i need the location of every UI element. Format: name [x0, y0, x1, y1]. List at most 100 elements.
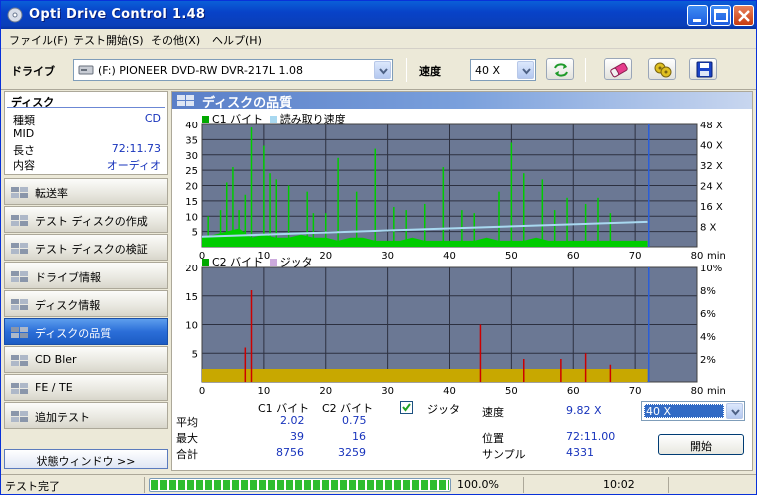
- erase-button[interactable]: [604, 58, 632, 80]
- max-c2-value: 16: [352, 430, 366, 443]
- nav-item[interactable]: FE / TE: [4, 374, 168, 401]
- progress-fill: [151, 480, 449, 490]
- drive-icon: [78, 65, 94, 75]
- toolbar: ドライブ (F:) PIONEER DVD-RW DVR-217L 1.08 速…: [1, 50, 756, 90]
- minimize-button[interactable]: [687, 5, 708, 26]
- checkmark-icon: [402, 403, 411, 412]
- nav-item[interactable]: ディスク情報: [4, 290, 168, 317]
- total-c2-value: 3259: [338, 446, 366, 459]
- nav-tool-icon: [11, 411, 28, 422]
- drive-select[interactable]: (F:) PIONEER DVD-RW DVR-217L 1.08: [73, 59, 393, 81]
- panel-header: ディスクの品質: [172, 92, 752, 111]
- save-button[interactable]: [689, 58, 717, 80]
- window-title: Opti Drive Control 1.48: [29, 7, 206, 22]
- menu-other[interactable]: その他(X): [151, 32, 200, 48]
- status-window-button[interactable]: 状態ウィンドウ >>: [4, 449, 168, 469]
- x-tick-label: 80: [691, 251, 704, 262]
- x-tick-label: 30: [381, 386, 394, 397]
- x-tick-label: 10: [258, 386, 271, 397]
- left-panel: ディスク 種類 CD MID 長さ 72:11.73 内容 オーディオ 転送率テ…: [4, 91, 168, 471]
- drive-label: ドライブ: [11, 65, 55, 78]
- panel-title: ディスクの品質: [202, 96, 293, 111]
- nav-item[interactable]: ディスクの品質: [4, 318, 168, 345]
- y-tick-label: 40: [185, 122, 198, 131]
- refresh-icon: [554, 63, 568, 77]
- chevron-down-icon[interactable]: [726, 403, 743, 419]
- y-tick-label: 10: [185, 212, 198, 223]
- nav-tool-icon: [11, 215, 28, 226]
- nav-item-label: テスト ディスクの作成: [35, 215, 148, 228]
- eraser-icon: [610, 62, 628, 78]
- disc-length-label: 長さ: [13, 144, 35, 157]
- speed-select[interactable]: 40 X: [470, 59, 536, 81]
- disc-length-value: 72:11.73: [111, 142, 161, 155]
- nav-item[interactable]: 転送率: [4, 178, 168, 205]
- result-speed-select[interactable]: 40 X: [641, 401, 745, 421]
- x-tick-label: 50: [505, 251, 518, 262]
- c2-series-floor: [202, 369, 648, 382]
- nav-item[interactable]: テスト ディスクの検証: [4, 234, 168, 261]
- divider: [7, 107, 165, 108]
- nav-tool-icon: [11, 243, 28, 254]
- status-time: 10:02: [603, 478, 635, 491]
- nav-item[interactable]: CD Bler: [4, 346, 168, 373]
- nav-item-label: ディスク情報: [35, 299, 101, 312]
- nav-item[interactable]: ドライブ情報: [4, 262, 168, 289]
- y2-tick-label: 40 X: [700, 141, 723, 152]
- refresh-button[interactable]: [546, 58, 574, 80]
- status-divider: [523, 477, 524, 493]
- x-tick-label: 40: [443, 251, 456, 262]
- y2-tick-label: 32 X: [700, 161, 723, 172]
- menu-test-start[interactable]: テスト開始(S): [73, 32, 144, 48]
- jitter-checkbox[interactable]: [400, 401, 413, 414]
- y2-tick-label: 2%: [700, 355, 716, 366]
- status-text: テスト完了: [5, 480, 60, 493]
- menu-file[interactable]: ファイル(F): [9, 32, 68, 48]
- y-tick-label: 30: [185, 151, 198, 162]
- maximize-button[interactable]: [710, 5, 731, 26]
- position-label: 位置: [482, 432, 504, 445]
- x-tick-label: 20: [319, 386, 332, 397]
- x-tick-label: 0: [199, 386, 205, 397]
- x-tick-label: 40: [443, 386, 456, 397]
- total-c1-value: 8756: [276, 446, 304, 459]
- nav-tool-icon: [11, 187, 28, 198]
- app-disc-icon: [7, 7, 23, 23]
- nav-item[interactable]: 追加テスト: [4, 402, 168, 429]
- y2-tick-label: 8 X: [700, 223, 717, 234]
- close-button[interactable]: [733, 5, 754, 26]
- disc-mid-label: MID: [13, 127, 35, 140]
- y-tick-label: 25: [185, 166, 198, 177]
- speed-label: 速度: [419, 65, 441, 78]
- max-c1-value: 39: [290, 430, 304, 443]
- x-tick-label: 20: [319, 251, 332, 262]
- menu-help[interactable]: ヘルプ(H): [212, 32, 262, 48]
- nav-item[interactable]: テスト ディスクの作成: [4, 206, 168, 233]
- start-button[interactable]: 開始: [658, 434, 744, 455]
- c2-chart: 0 10 20 30 40 50 60 70 80 min 5 10 15 20 2% 4% 6% 8% 10%: [185, 265, 726, 397]
- avg-c1-value: 2.02: [280, 414, 305, 427]
- avg-label: 平均: [176, 416, 198, 429]
- y-tick-label: 20: [185, 265, 198, 274]
- disc-info-panel: ディスク 種類 CD MID 長さ 72:11.73 内容 オーディオ: [4, 91, 168, 175]
- maximize-icon: [714, 9, 728, 22]
- chevron-down-icon[interactable]: [517, 61, 534, 79]
- close-icon: [738, 10, 750, 22]
- x-axis-unit: min: [707, 251, 726, 262]
- y-tick-label: 15: [185, 197, 198, 208]
- title-bar: Opti Drive Control 1.48: [1, 1, 756, 29]
- x-tick-label: 60: [567, 251, 580, 262]
- chevron-down-icon[interactable]: [374, 61, 391, 79]
- y-tick-label: 5: [192, 349, 198, 360]
- max-label: 最大: [176, 432, 198, 445]
- y2-tick-label: 48 X: [700, 122, 723, 131]
- y-tick-label: 5: [192, 228, 198, 239]
- y2-tick-label: 6%: [700, 309, 716, 320]
- tools-icon: [654, 62, 672, 78]
- x-tick-label: 30: [381, 251, 394, 262]
- settings-button[interactable]: [648, 58, 676, 80]
- drive-select-value: (F:) PIONEER DVD-RW DVR-217L 1.08: [98, 64, 303, 77]
- disc-quality-icon: [177, 95, 194, 106]
- nav-tool-icon: [11, 327, 28, 338]
- disc-type-value: CD: [144, 112, 161, 125]
